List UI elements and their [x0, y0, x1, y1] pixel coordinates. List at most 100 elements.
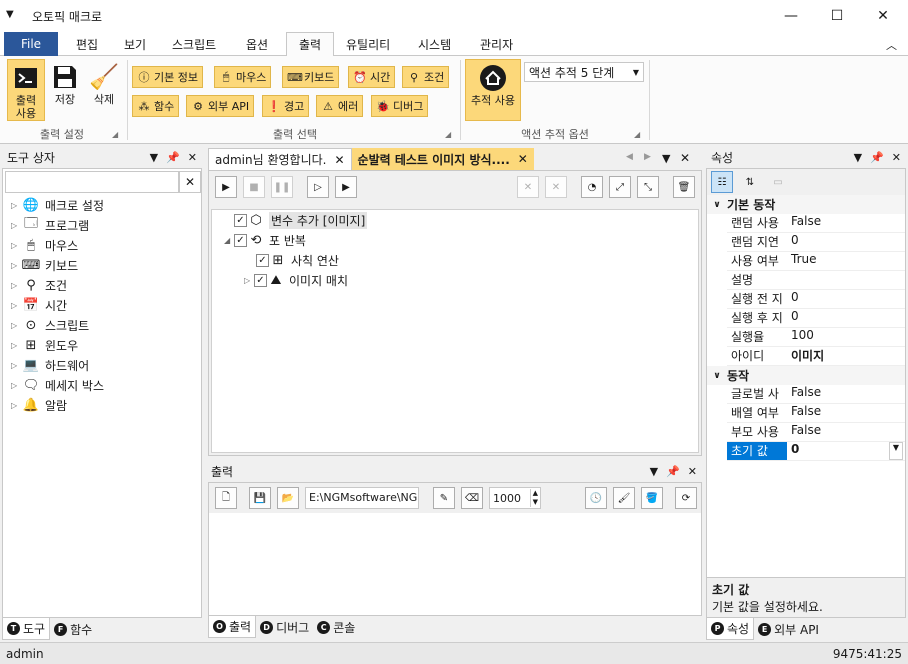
- clear-search-button[interactable]: ✕: [179, 171, 201, 193]
- save-output-button[interactable]: 💾: [249, 487, 271, 509]
- warning-toggle[interactable]: ❗ 경고: [262, 95, 310, 117]
- expand-all-button[interactable]: ⤢: [609, 176, 631, 198]
- maximize-button[interactable]: ☐: [814, 0, 860, 32]
- prop-value[interactable]: 100: [787, 328, 905, 346]
- tree-node-variable-add[interactable]: ✓ ⬡ 변수 추가 [이미지]: [234, 210, 368, 230]
- delete-button[interactable]: 🧹 삭제: [85, 59, 123, 121]
- tab-functions[interactable]: F 함수: [50, 618, 96, 640]
- toolbox-item-window[interactable]: ▷ ⊞ 윈도우: [11, 335, 104, 355]
- checkbox[interactable]: ✓: [234, 213, 247, 227]
- spin-up-icon[interactable]: ▲: [533, 489, 538, 498]
- expand-icon[interactable]: ▷: [11, 281, 21, 290]
- debug-toggle[interactable]: 🐞 디버그: [371, 95, 429, 117]
- close-button[interactable]: ✕: [860, 0, 906, 32]
- remove-all-button[interactable]: ✕: [545, 176, 567, 198]
- prop-value[interactable]: 0: [787, 233, 905, 251]
- alphabetical-button[interactable]: ⇅: [739, 171, 761, 193]
- prop-row[interactable]: 실행 후 지 0: [727, 309, 905, 328]
- tab-output[interactable]: 출력: [286, 32, 335, 57]
- menu-triangle-icon[interactable]: ▼: [6, 9, 14, 20]
- chevron-down-icon[interactable]: ∨: [707, 200, 727, 210]
- scroll-left-icon[interactable]: ◀: [626, 152, 633, 162]
- timestamp-button[interactable]: 🕓: [585, 487, 607, 509]
- basic-info-toggle[interactable]: ⓘ 기본 정보: [132, 66, 203, 88]
- expand-icon[interactable]: ▷: [11, 301, 21, 310]
- toolbox-item-keyboard[interactable]: ▷ ⌨ 키보드: [11, 255, 104, 275]
- prop-value[interactable]: 이미지: [787, 347, 905, 365]
- open-folder-button[interactable]: 📂: [277, 487, 299, 509]
- spin-down-icon[interactable]: ▼: [533, 498, 538, 507]
- close-icon[interactable]: ✕: [188, 151, 197, 164]
- tree-node-arithmetic[interactable]: ✓ ⊞ 사칙 연산: [256, 250, 339, 270]
- prop-row[interactable]: 랜덤 지연 0: [727, 233, 905, 252]
- close-icon[interactable]: ✕: [334, 153, 344, 167]
- prop-row[interactable]: 글로벌 사 False: [727, 385, 905, 404]
- prop-value[interactable]: [787, 271, 905, 289]
- prop-value[interactable]: False: [787, 214, 905, 232]
- chevron-down-icon[interactable]: ▼: [889, 442, 903, 460]
- tab-edit[interactable]: 편집: [64, 32, 110, 56]
- prop-value[interactable]: 0: [787, 290, 905, 308]
- doc-tab-macro[interactable]: 순발력 테스트 이미지 방식.... ✕: [351, 148, 534, 170]
- dropdown-arrow-icon[interactable]: ▼: [150, 151, 158, 164]
- keyboard-toggle[interactable]: ⌨ 키보드: [282, 66, 340, 88]
- expand-icon[interactable]: ▷: [11, 261, 21, 270]
- toolbox-item-hardware[interactable]: ▷ 💻 하드웨어: [11, 355, 104, 375]
- toolbox-item-mouse[interactable]: ▷ 🖱 마우스: [11, 235, 104, 255]
- stop-button[interactable]: ■: [243, 176, 265, 198]
- tab-options[interactable]: 옵션: [234, 32, 280, 56]
- toolbox-item-message-box[interactable]: ▷ 🗨 메세지 박스: [11, 375, 104, 395]
- expand-icon[interactable]: ▷: [11, 201, 21, 210]
- prop-row[interactable]: 실행율 100: [727, 328, 905, 347]
- external-api-toggle[interactable]: ⚙ 외부 API: [186, 95, 255, 117]
- prop-value[interactable]: False: [787, 385, 905, 403]
- checkbox[interactable]: ✓: [234, 233, 247, 247]
- dialog-launcher-icon[interactable]: ◢: [445, 130, 451, 139]
- dropdown-arrow-icon[interactable]: ▼: [650, 465, 658, 478]
- expand-icon[interactable]: ▷: [11, 361, 21, 370]
- history-button[interactable]: ◔: [581, 176, 603, 198]
- toolbox-item-condition[interactable]: ▷ ⚲ 조건: [11, 275, 104, 295]
- prop-row[interactable]: 아이디 이미지: [727, 347, 905, 366]
- scroll-right-icon[interactable]: ▶: [644, 152, 651, 162]
- pin-icon[interactable]: 📌: [870, 151, 884, 164]
- tab-list-icon[interactable]: ▼: [662, 152, 670, 165]
- toolbox-item-alarm[interactable]: ▷ 🔔 알람: [11, 395, 104, 415]
- expand-icon[interactable]: ▷: [244, 276, 254, 285]
- tab-debug[interactable]: D 디버그: [256, 616, 313, 638]
- collapse-arrow-icon[interactable]: ◢: [224, 236, 234, 245]
- step-button[interactable]: ▷: [307, 176, 329, 198]
- toolbox-item-program[interactable]: ▷ 🗔 프로그램: [11, 215, 104, 235]
- pin-icon[interactable]: 📌: [666, 465, 680, 478]
- eraser-button[interactable]: ⌫: [461, 487, 483, 509]
- tab-utility[interactable]: 유틸리티: [334, 32, 402, 56]
- expand-icon[interactable]: ▷: [11, 221, 21, 230]
- prop-row[interactable]: 설명: [727, 271, 905, 290]
- clear-formatting-button[interactable]: ✎: [433, 487, 455, 509]
- prop-value[interactable]: 0: [791, 442, 799, 460]
- dialog-launcher-icon[interactable]: ◢: [634, 130, 640, 139]
- toolbox-item-time[interactable]: ▷ 📅 시간: [11, 295, 104, 315]
- delete-button[interactable]: 🗑: [673, 176, 695, 198]
- tab-system[interactable]: 시스템: [406, 32, 463, 56]
- play-button[interactable]: ▶: [215, 176, 237, 198]
- refresh-button[interactable]: ⟳: [675, 487, 697, 509]
- remove-button[interactable]: ✕: [517, 176, 539, 198]
- expand-icon[interactable]: ▷: [11, 341, 21, 350]
- category-basic[interactable]: ∨ 기본 동작: [707, 195, 905, 214]
- tab-admin[interactable]: 관리자: [468, 32, 525, 56]
- prop-row[interactable]: 실행 전 지 0: [727, 290, 905, 309]
- collapse-all-button[interactable]: ⤡: [637, 176, 659, 198]
- time-toggle[interactable]: ⏰ 시간: [348, 66, 396, 88]
- tab-file[interactable]: File: [4, 32, 58, 56]
- prop-row-selected[interactable]: 초기 값 0 ▼: [727, 442, 905, 461]
- expand-icon[interactable]: ▷: [11, 401, 21, 410]
- checkbox[interactable]: ✓: [254, 273, 267, 287]
- minimize-button[interactable]: —: [768, 0, 814, 32]
- run-selected-button[interactable]: ▶: [335, 176, 357, 198]
- property-pages-button[interactable]: ▭: [767, 171, 789, 193]
- prop-value[interactable]: True: [787, 252, 905, 270]
- close-icon[interactable]: ✕: [680, 151, 690, 165]
- mouse-toggle[interactable]: 🖱 마우스: [214, 66, 272, 88]
- tab-view[interactable]: 보기: [112, 32, 158, 56]
